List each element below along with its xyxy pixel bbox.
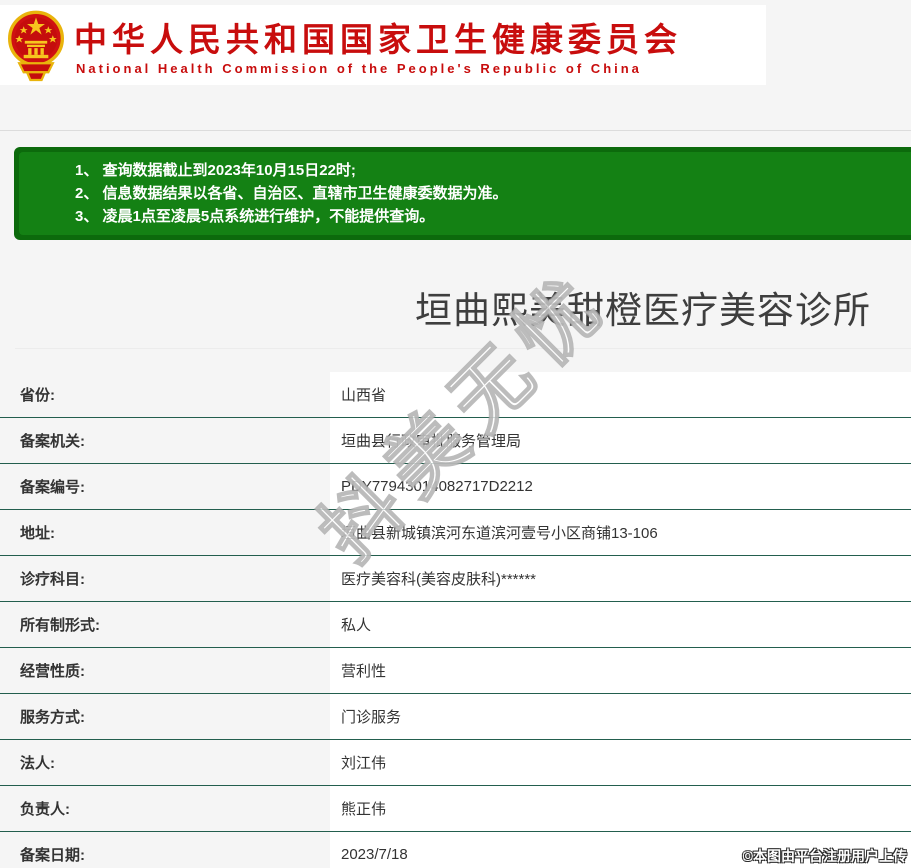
site-title-chinese: 中华人民共和国国家卫生健康委员会 <box>74 21 682 58</box>
field-value: PDY77943014082717D2212 <box>330 464 911 509</box>
page: 中华人民共和国国家卫生健康委员会 National Health Commiss… <box>0 0 911 868</box>
notice-line-3: 3、 凌晨1点至凌晨5点系统进行维护，不能提供查询。 <box>75 208 435 225</box>
table-row-service-mode: 服务方式: 门诊服务 <box>0 694 911 740</box>
field-label: 备案编号: <box>0 464 330 509</box>
field-label: 地址: <box>0 510 330 555</box>
field-value: 私人 <box>330 602 911 647</box>
table-row-person-in-charge: 负责人: 熊正伟 <box>0 786 911 832</box>
header-divider <box>0 130 911 131</box>
section-divider <box>15 348 911 349</box>
corner-watermark: ©本图由平台注册用户上传 <box>742 848 907 864</box>
table-row-filing-authority: 备案机关: 垣曲县行政审批服务管理局 <box>0 418 911 464</box>
table-row-province: 省份: 山西省 <box>0 372 911 418</box>
field-label: 诊疗科目: <box>0 556 330 601</box>
notice-box: 1、 查询数据截止到2023年10月15日22时; 2、 信息数据结果以各省、自… <box>14 147 911 240</box>
table-row-address: 地址: 垣曲县新城镇滨河东道滨河壹号小区商铺13-106 <box>0 510 911 556</box>
field-label: 经营性质: <box>0 648 330 693</box>
field-label: 备案机关: <box>0 418 330 463</box>
field-value: 熊正伟 <box>330 786 911 831</box>
notice-line-2: 2、 信息数据结果以各省、自治区、直辖市卫生健康委数据为准。 <box>75 185 508 202</box>
field-value: 山西省 <box>330 372 911 417</box>
table-row-business-nature: 经营性质: 营利性 <box>0 648 911 694</box>
site-title-english: National Health Commission of the People… <box>76 61 642 76</box>
field-label: 服务方式: <box>0 694 330 739</box>
field-value: 垣曲县新城镇滨河东道滨河壹号小区商铺13-106 <box>330 510 911 555</box>
table-row-legal-person: 法人: 刘江伟 <box>0 740 911 786</box>
notice-line-1: 1、 查询数据截止到2023年10月15日22时; <box>75 162 356 179</box>
clinic-name-title: 垣曲熙美甜橙医疗美容诊所 <box>415 290 871 331</box>
table-row-ownership: 所有制形式: 私人 <box>0 602 911 648</box>
field-value: 门诊服务 <box>330 694 911 739</box>
china-national-emblem-icon <box>8 10 64 82</box>
field-label: 省份: <box>0 372 330 417</box>
field-value: 营利性 <box>330 648 911 693</box>
table-row-treatment-subjects: 诊疗科目: 医疗美容科(美容皮肤科)****** <box>0 556 911 602</box>
field-value: 医疗美容科(美容皮肤科)****** <box>330 556 911 601</box>
field-label: 法人: <box>0 740 330 785</box>
field-label: 备案日期: <box>0 832 330 868</box>
field-label: 负责人: <box>0 786 330 831</box>
record-table: 省份: 山西省 备案机关: 垣曲县行政审批服务管理局 备案编号: PDY7794… <box>0 372 911 868</box>
table-row-filing-number: 备案编号: PDY77943014082717D2212 <box>0 464 911 510</box>
site-header: 中华人民共和国国家卫生健康委员会 National Health Commiss… <box>0 5 766 85</box>
field-value: 垣曲县行政审批服务管理局 <box>330 418 911 463</box>
field-label: 所有制形式: <box>0 602 330 647</box>
field-value: 刘江伟 <box>330 740 911 785</box>
